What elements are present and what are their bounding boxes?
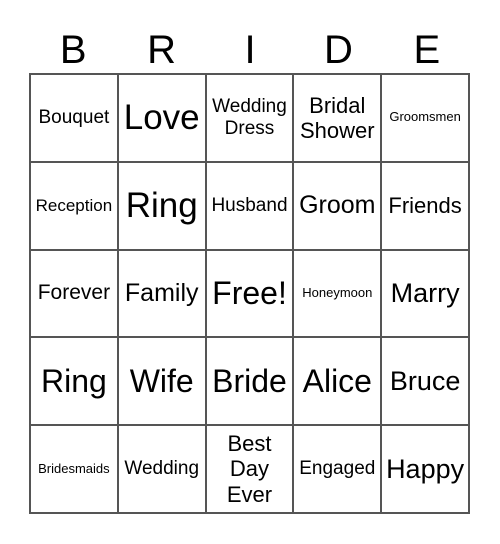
bingo-cell[interactable]: Engaged: [293, 425, 382, 513]
bingo-cell[interactable]: Husband: [205, 161, 294, 250]
bingo-cell[interactable]: Groomsmen: [381, 74, 469, 162]
bingo-cell[interactable]: Bruce: [381, 337, 469, 426]
header-letter: I: [244, 28, 256, 72]
bingo-cell[interactable]: Honeymoon: [293, 249, 382, 338]
header-letter: B: [59, 28, 87, 72]
bingo-cell[interactable]: Groom: [293, 161, 382, 250]
bingo-cell[interactable]: Reception: [30, 161, 118, 250]
bingo-cell[interactable]: Bridesmaids: [30, 425, 118, 513]
bingo-grid: Bouquet Love Wedding Dress Bridal Shower…: [29, 73, 470, 514]
bingo-cell[interactable]: Love: [117, 74, 206, 162]
header-letter: R: [147, 28, 177, 72]
header-letter: D: [323, 28, 353, 72]
bingo-cell[interactable]: Bridal Shower: [293, 74, 382, 162]
bingo-cell[interactable]: Family: [117, 249, 206, 338]
bingo-cell[interactable]: Alice: [293, 337, 382, 426]
bingo-cell[interactable]: Friends: [381, 161, 469, 250]
bingo-cell[interactable]: Wedding Dress: [205, 74, 294, 162]
bingo-cell[interactable]: Wedding: [117, 425, 206, 513]
bingo-cell[interactable]: Forever: [30, 249, 118, 338]
bingo-cell[interactable]: Wife: [117, 337, 206, 426]
bingo-cell[interactable]: Bride: [205, 337, 294, 426]
bingo-cell[interactable]: Happy: [381, 425, 469, 513]
bingo-cell[interactable]: Marry: [381, 249, 469, 338]
bingo-cell[interactable]: Ring: [30, 337, 118, 426]
bingo-cell[interactable]: Ring: [117, 161, 206, 250]
bingo-header: B R I D E: [29, 28, 471, 72]
header-letter: E: [413, 28, 441, 72]
bingo-cell[interactable]: Bouquet: [30, 74, 118, 162]
bingo-cell[interactable]: Best Day Ever: [205, 425, 294, 513]
free-space-cell[interactable]: Free!: [205, 249, 294, 338]
